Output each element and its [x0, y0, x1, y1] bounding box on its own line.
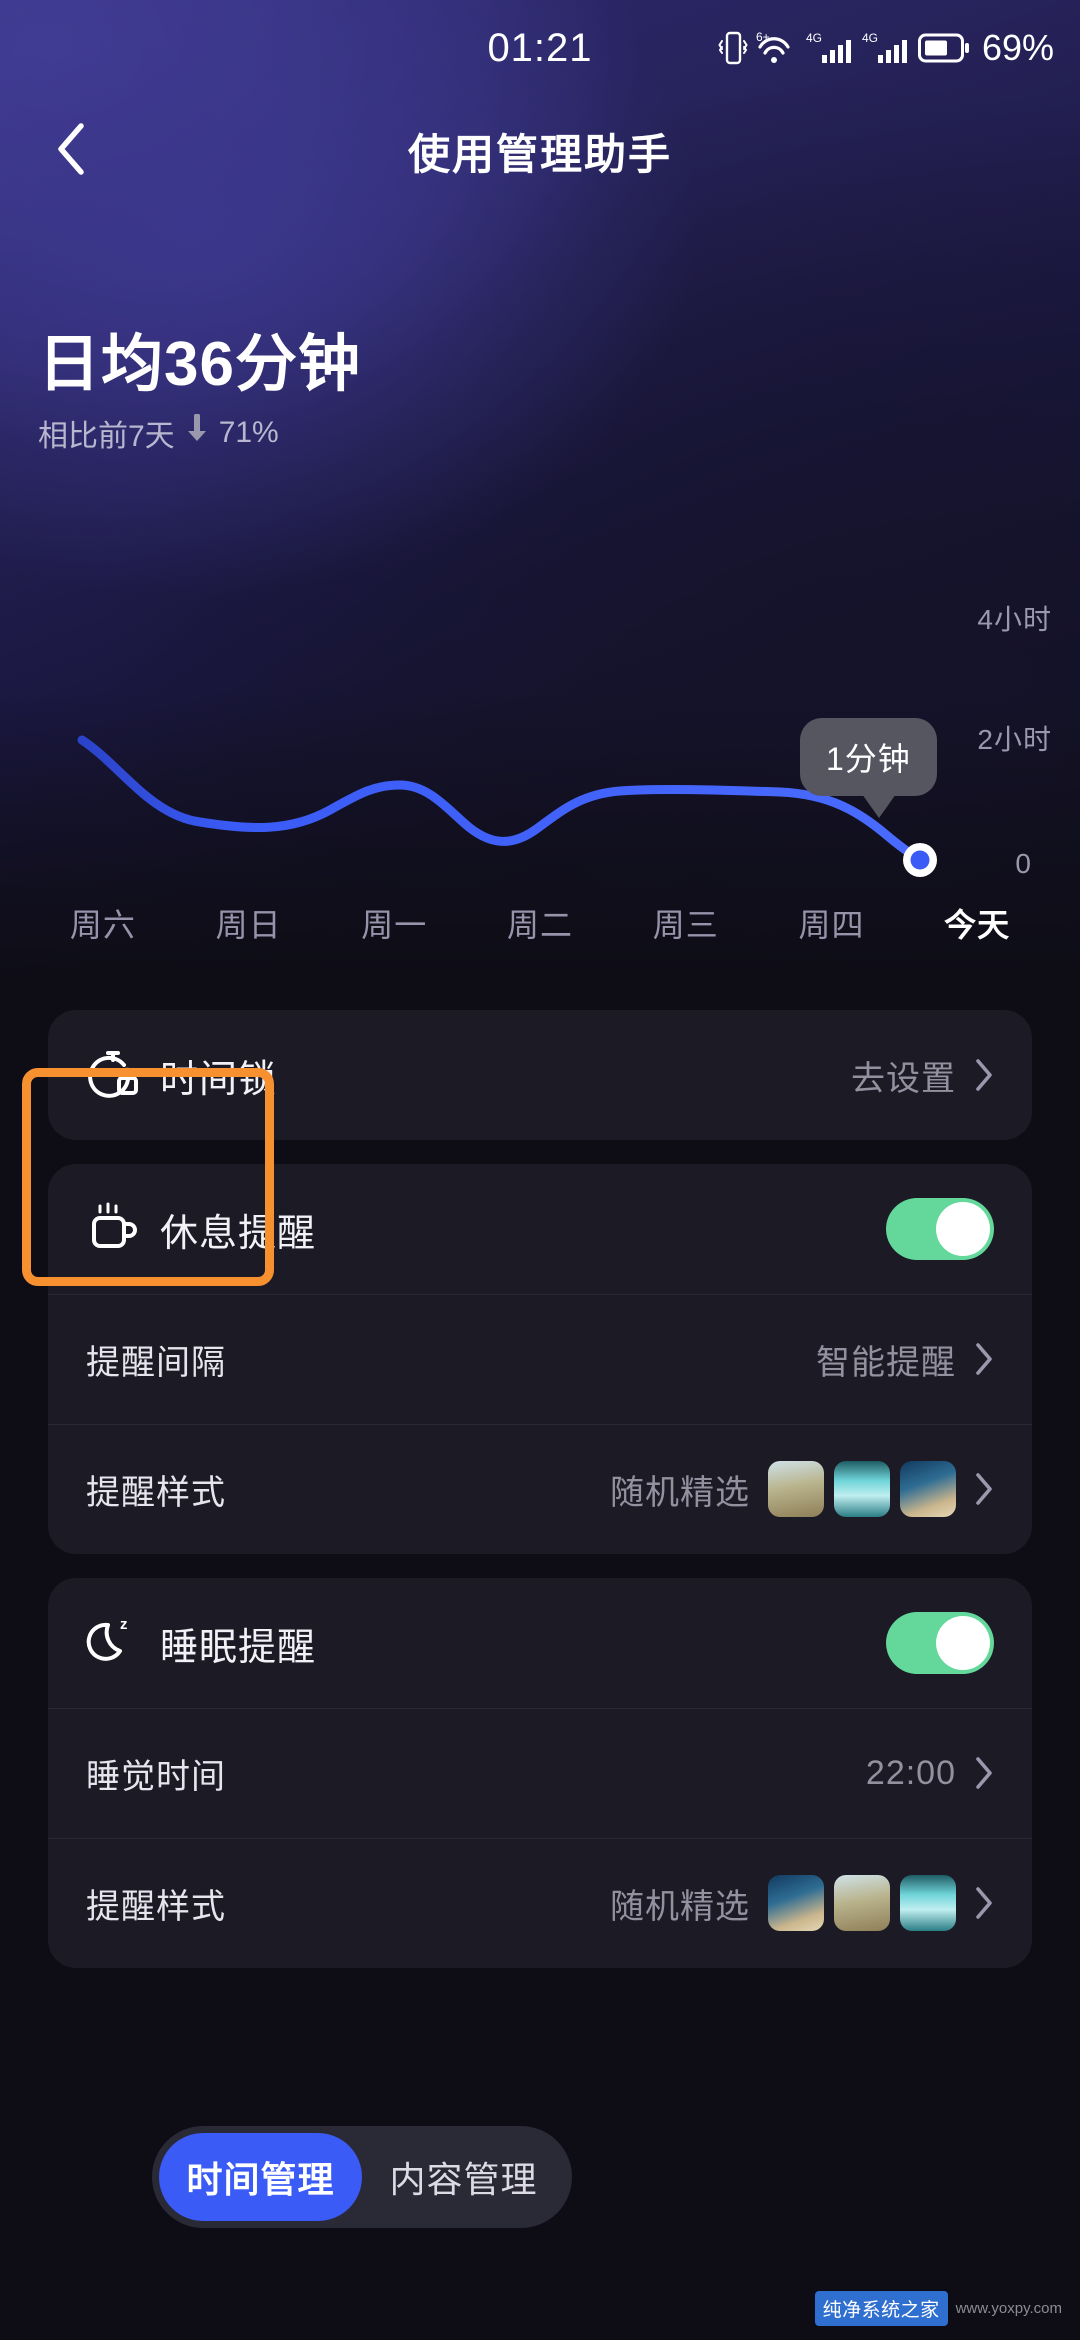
signal-4g-icon: 4G: [806, 29, 854, 67]
vibrate-icon: [718, 29, 748, 67]
bottom-tab-bar: 时间管理 内容管理: [152, 2126, 572, 2228]
coffee-cup-icon: [86, 1199, 160, 1259]
bedtime-value: 22:00: [865, 1753, 956, 1792]
chevron-right-icon: [974, 1342, 994, 1376]
svg-text:z: z: [120, 1616, 128, 1633]
svg-text:4G: 4G: [862, 31, 878, 45]
day-label-wed[interactable]: 周三: [613, 900, 759, 946]
status-bar: 01:21 6+ 4G 4G 69%: [0, 0, 1080, 96]
reminder-style-value: 随机精选: [610, 1473, 750, 1512]
thumbnail-image: [768, 1875, 824, 1931]
trend-percent: 71%: [218, 416, 279, 450]
row-rest-reminder[interactable]: 休息提醒: [48, 1164, 1032, 1294]
card-sleep-reminder: z 睡眠提醒 睡觉时间 22:00 提醒样式 随机精选: [48, 1578, 1032, 1968]
watermark-url: www.yoxpy.com: [955, 2300, 1062, 2317]
page-title: 使用管理助手: [407, 130, 672, 178]
reminder-style-label: 提醒样式: [86, 1473, 226, 1512]
row-bedtime[interactable]: 睡觉时间 22:00: [48, 1708, 1032, 1838]
settings-cards: 时间锁 去设置 休息提醒 提醒间隔 智能提醒 提醒样式 随机精选 z 睡眠提醒 …: [0, 1010, 1080, 1992]
time-lock-label: 时间锁: [160, 1058, 278, 1101]
trend-down-icon: [185, 413, 209, 452]
sleep-reminder-style-label: 提醒样式: [86, 1887, 226, 1926]
reminder-interval-label: 提醒间隔: [86, 1343, 226, 1382]
chart-tooltip-label: 1分钟: [826, 741, 911, 777]
day-label-sun[interactable]: 周日: [176, 900, 322, 946]
sleep-reminder-toggle[interactable]: [886, 1612, 994, 1674]
thumbnail-image: [900, 1875, 956, 1931]
day-label-mon[interactable]: 周一: [321, 900, 467, 946]
reminder-interval-value: 智能提醒: [816, 1343, 956, 1382]
watermark-badge: 纯净系统之家: [814, 2291, 948, 2326]
usage-summary: 日均36分钟 相比前7天 71%: [38, 330, 361, 455]
row-reminder-style[interactable]: 提醒样式 随机精选: [48, 1424, 1032, 1554]
day-label-sat[interactable]: 周六: [30, 900, 176, 946]
chevron-right-icon: [974, 1472, 994, 1506]
time-lock-action[interactable]: 去设置: [851, 1051, 956, 1100]
thumbnail-image: [768, 1461, 824, 1517]
toggle-knob: [936, 1202, 990, 1256]
reminder-style-thumbnails: [768, 1461, 956, 1517]
bedtime-label: 睡觉时间: [86, 1757, 226, 1796]
nav-bar: 使用管理助手: [0, 96, 1080, 206]
sleep-reminder-style-thumbnails: [768, 1875, 956, 1931]
timer-lock-icon: [86, 1045, 160, 1105]
row-sleep-reminder-style[interactable]: 提醒样式 随机精选: [48, 1838, 1032, 1968]
status-bar-icons: 6+ 4G 4G 69%: [718, 27, 1054, 69]
toggle-knob: [936, 1616, 990, 1670]
thumbnail-image: [900, 1461, 956, 1517]
moon-z-icon: z: [86, 1613, 160, 1673]
watermark: 纯净系统之家 www.yoxpy.com: [814, 2291, 1062, 2326]
chevron-right-icon: [974, 1886, 994, 1920]
row-sleep-reminder[interactable]: z 睡眠提醒: [48, 1578, 1032, 1708]
svg-text:4G: 4G: [806, 31, 822, 45]
tab-content-management[interactable]: 内容管理: [362, 2133, 565, 2221]
card-time-lock: 时间锁 去设置: [22, 1010, 1032, 1286]
summary-headline: 日均36分钟: [38, 330, 361, 399]
chevron-right-icon: [974, 1058, 994, 1092]
day-label-tue[interactable]: 周二: [467, 900, 613, 946]
row-time-lock[interactable]: 时间锁 去设置: [48, 1010, 1032, 1140]
signal-4g-icon: 4G: [862, 29, 910, 67]
row-reminder-interval[interactable]: 提醒间隔 智能提醒: [48, 1294, 1032, 1424]
tab-time-management[interactable]: 时间管理: [159, 2133, 362, 2221]
day-label-thu[interactable]: 周四: [759, 900, 905, 946]
rest-reminder-toggle[interactable]: [886, 1198, 994, 1260]
sleep-reminder-style-value: 随机精选: [610, 1887, 750, 1926]
chevron-right-icon: [974, 1756, 994, 1790]
battery-icon: [917, 31, 970, 65]
chart-tooltip: 1分钟: [800, 718, 937, 818]
wifi-6-plus-icon: 6+: [756, 29, 798, 67]
rest-reminder-label: 休息提醒: [160, 1212, 317, 1255]
day-label-today[interactable]: 今天: [904, 900, 1050, 946]
summary-comparison: 相比前7天 71%: [38, 411, 361, 455]
chart-x-axis-days: 周六 周日 周一 周二 周三 周四 今天: [0, 900, 1080, 946]
summary-compare-label: 相比前7天: [38, 420, 175, 454]
sleep-reminder-label: 睡眠提醒: [160, 1626, 317, 1669]
thumbnail-image: [834, 1875, 890, 1931]
thumbnail-image: [834, 1461, 890, 1517]
battery-percent: 69%: [981, 27, 1054, 68]
card-rest-reminder: 休息提醒 提醒间隔 智能提醒 提醒样式 随机精选: [48, 1164, 1032, 1554]
